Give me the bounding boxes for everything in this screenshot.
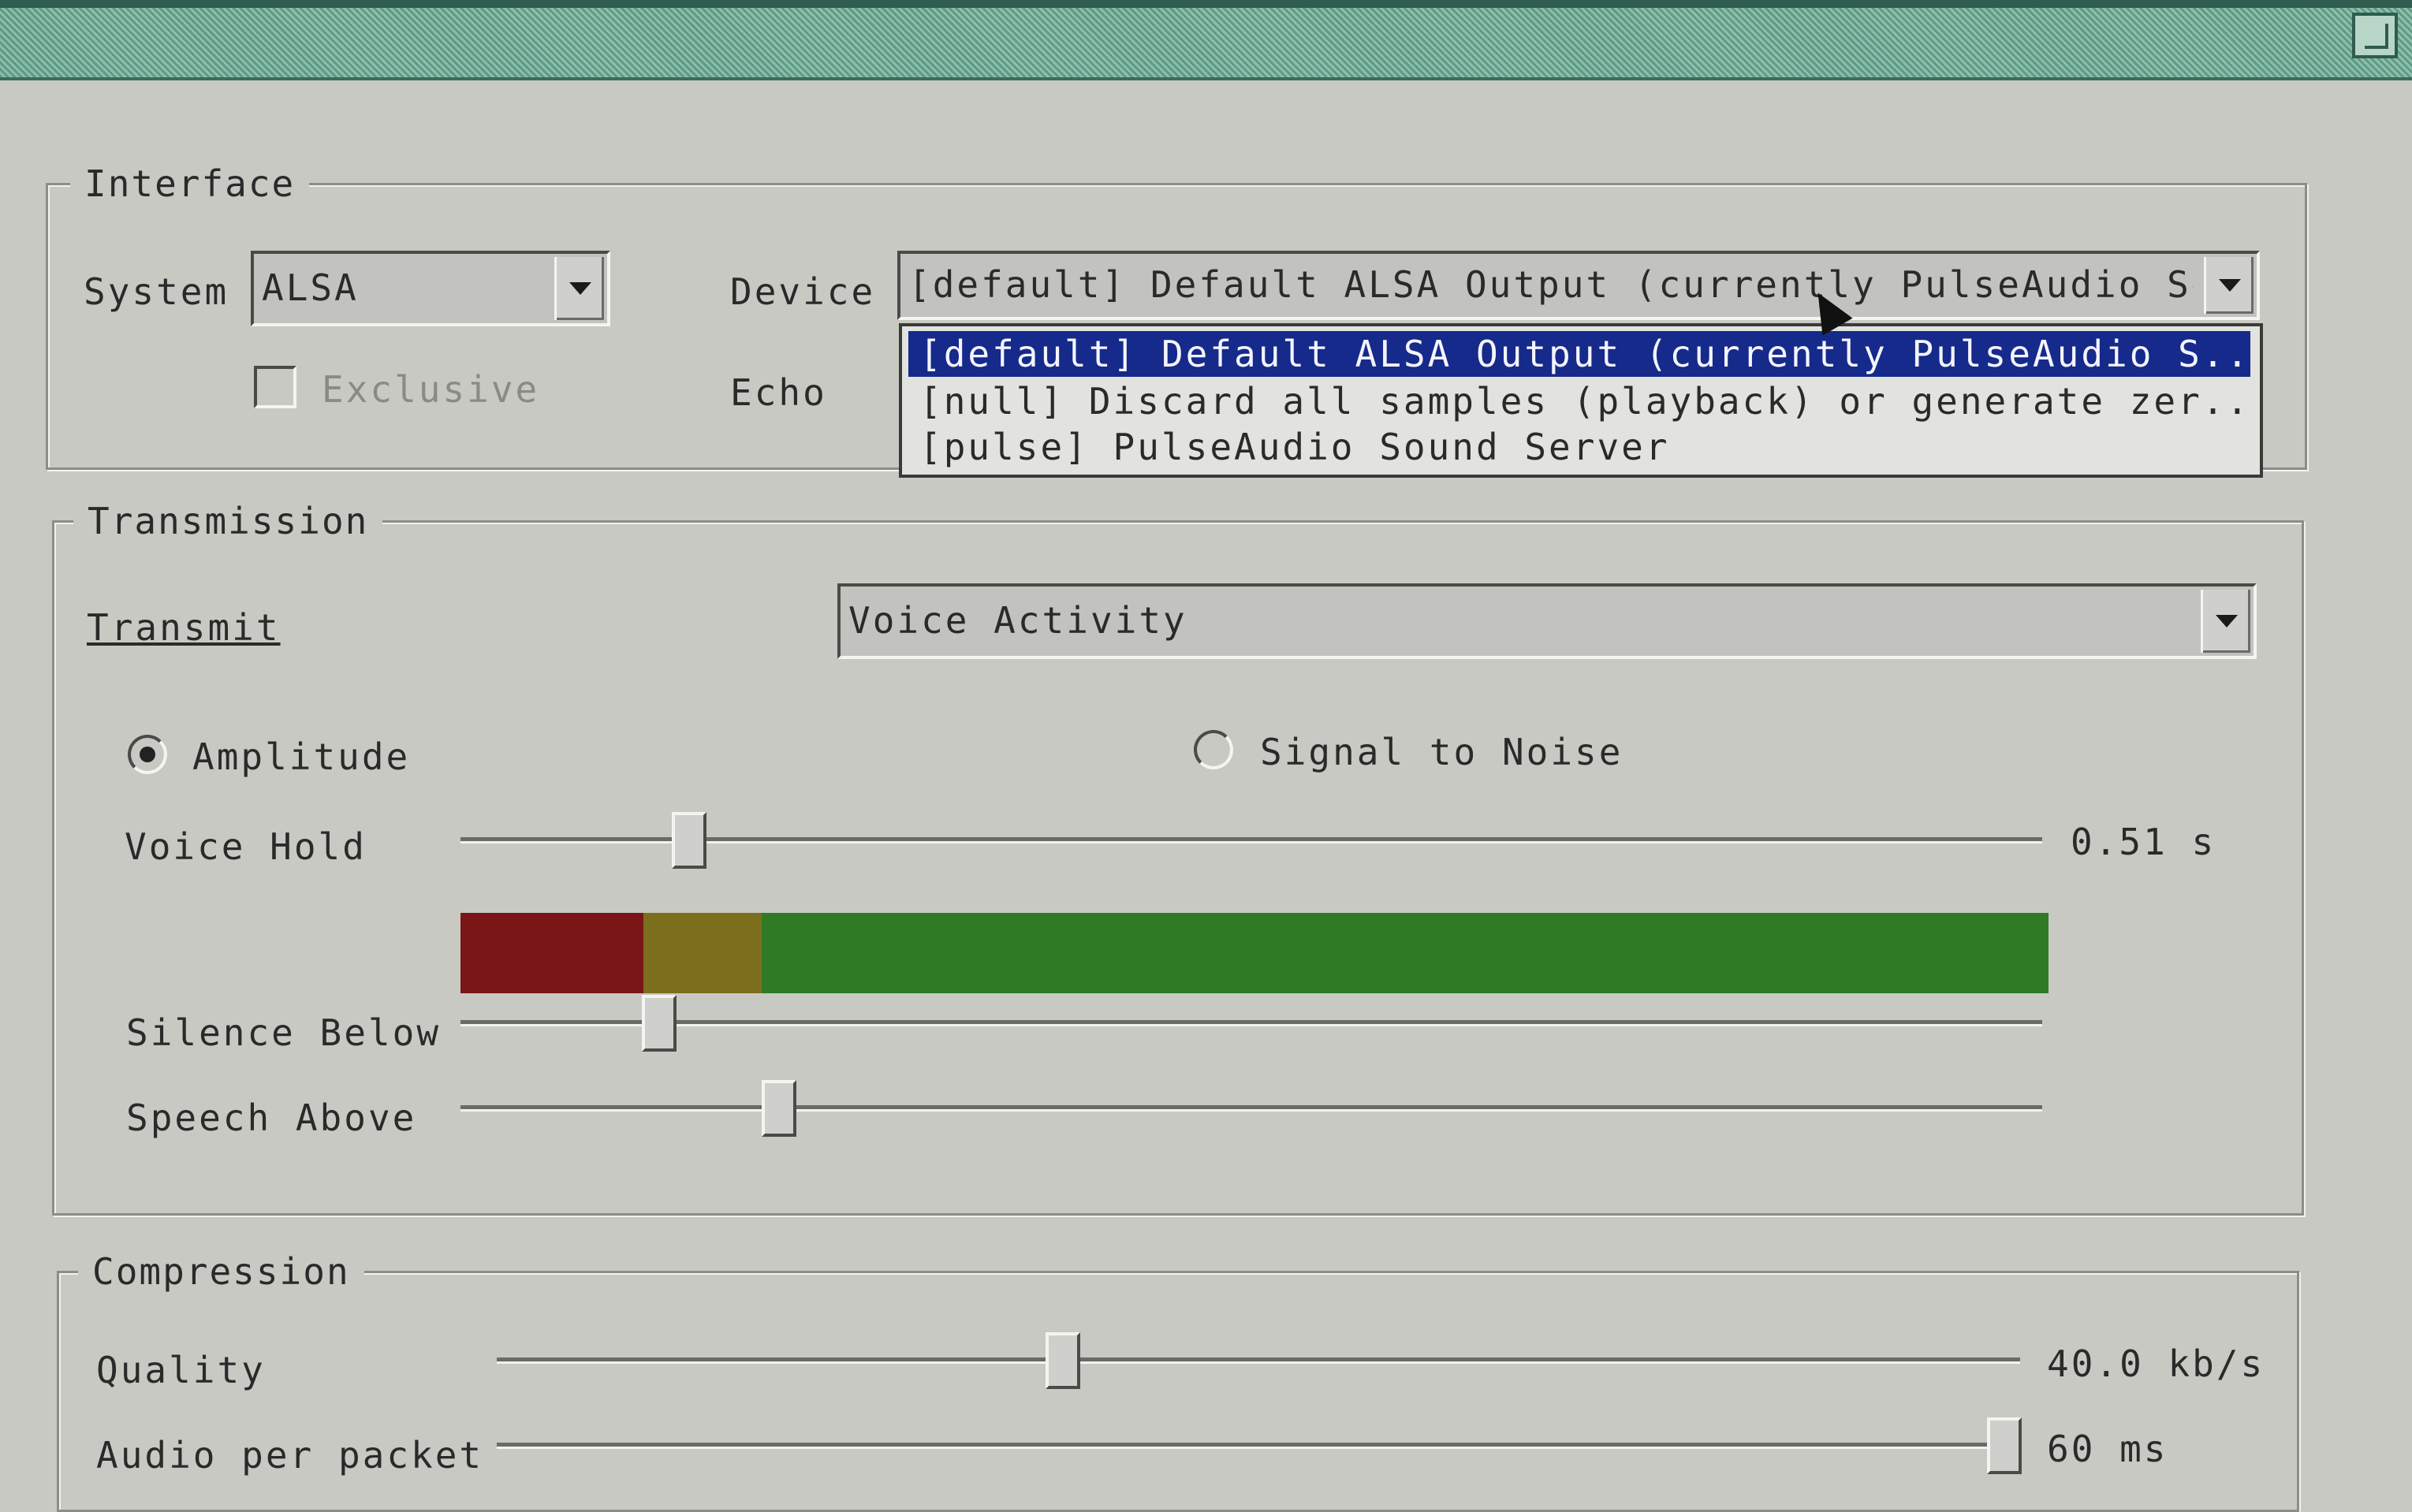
silence-below-slider-track[interactable] <box>460 1020 2042 1026</box>
quality-slider-thumb[interactable] <box>1046 1332 1080 1389</box>
speech-above-slider-thumb[interactable] <box>762 1080 796 1137</box>
audio-per-packet-slider-track[interactable] <box>497 1443 2020 1449</box>
window-restore-button[interactable] <box>2352 13 2398 58</box>
silence-below-label: Silence Below <box>126 1011 442 1054</box>
system-select-value: ALSA <box>262 266 359 309</box>
voice-hold-label: Voice Hold <box>125 825 367 868</box>
device-label: Device <box>730 270 876 313</box>
exclusive-checkbox[interactable] <box>254 366 296 408</box>
echo-label: Echo <box>730 371 827 414</box>
meter-red-zone <box>460 913 643 993</box>
audio-level-meter <box>460 913 2049 993</box>
transmit-select-value: Voice Activity <box>848 599 1187 642</box>
device-option-default[interactable]: [default] Default ALSA Output (currently… <box>908 331 2250 377</box>
system-label: System <box>84 270 229 313</box>
chevron-down-icon <box>2216 615 2238 628</box>
audio-per-packet-value: 60 ms <box>2047 1428 2168 1470</box>
interface-legend: Interface <box>70 162 310 206</box>
speech-above-label: Speech Above <box>126 1097 417 1139</box>
title-bar-edge <box>0 0 2412 8</box>
transmit-dropdown-button[interactable] <box>2201 590 2250 653</box>
title-bar[interactable] <box>0 0 2412 80</box>
chevron-down-icon <box>2219 279 2241 292</box>
voice-hold-slider-thumb[interactable] <box>672 812 706 869</box>
device-dropdown-list: [default] Default ALSA Output (currently… <box>899 323 2263 478</box>
quality-slider-track[interactable] <box>497 1357 2020 1364</box>
silence-below-slider-thumb[interactable] <box>642 995 677 1052</box>
meter-green-zone <box>762 913 2049 993</box>
voice-hold-value: 0.51 s <box>2071 821 2216 863</box>
signal-to-noise-radio[interactable] <box>1194 730 1233 769</box>
device-option-pulse[interactable]: [pulse] PulseAudio Sound Server <box>908 424 2250 470</box>
amplitude-label: Amplitude <box>192 736 411 778</box>
audio-per-packet-label: Audio per packet <box>96 1434 484 1477</box>
speech-above-slider-track[interactable] <box>460 1105 2042 1112</box>
signal-to-noise-label: Signal to Noise <box>1260 731 1624 773</box>
exclusive-label: Exclusive <box>322 368 540 411</box>
quality-label: Quality <box>96 1349 266 1391</box>
device-select-value: [default] Default ALSA Output (currently… <box>908 263 2194 306</box>
transmission-legend: Transmission <box>73 499 383 543</box>
device-dropdown-button[interactable] <box>2204 257 2254 314</box>
chevron-down-icon <box>569 282 591 295</box>
transmit-label: Transmit <box>87 606 281 649</box>
compression-legend: Compression <box>78 1249 364 1294</box>
system-dropdown-button[interactable] <box>554 257 604 320</box>
device-select[interactable]: [default] Default ALSA Output (currently… <box>897 251 2260 320</box>
device-option-null[interactable]: [null] Discard all samples (playback) or… <box>908 378 2250 424</box>
amplitude-radio[interactable] <box>128 735 167 774</box>
transmit-select[interactable]: Voice Activity <box>837 583 2257 659</box>
meter-yellow-zone <box>643 913 762 993</box>
system-select[interactable]: ALSA <box>251 251 610 326</box>
quality-value: 40.0 kb/s <box>2047 1343 2265 1385</box>
audio-per-packet-slider-thumb[interactable] <box>1987 1417 2022 1474</box>
